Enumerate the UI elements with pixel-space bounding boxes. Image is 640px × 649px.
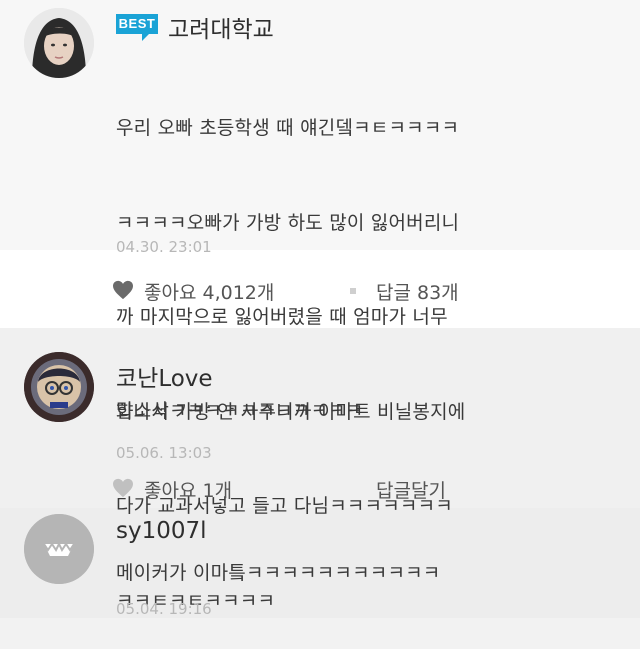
- conan-avatar: [24, 352, 94, 422]
- comment-timestamp: 04.30. 23:01: [116, 238, 212, 256]
- comment-text-line: 우리 오빠 초등학생 때 얘긴뎈ㅋㅌㅋㅋㅋㅋ: [116, 117, 460, 139]
- comment-author[interactable]: 코난Love: [116, 359, 213, 393]
- user-photo-icon: [24, 8, 94, 78]
- like-button[interactable]: 좋아요 4,012개: [144, 278, 274, 305]
- like-button[interactable]: 좋아요 1개: [144, 476, 232, 503]
- best-badge: BEST: [116, 14, 158, 41]
- comment-text: 맙소삭ㅋㅋㅋㅋㅋㅋㅋㅋㅋㅋㅋ: [116, 400, 364, 422]
- comment-text: 메이커가 이마틐ㅋㅋㅋㅋㅋㅋㅋㅋㅋㅋㅋ: [116, 562, 441, 584]
- heart-icon[interactable]: [112, 280, 134, 300]
- comment-timestamp: 05.06. 13:03: [116, 444, 212, 462]
- comment-author[interactable]: 고려대학교: [168, 10, 274, 44]
- avatar[interactable]: [24, 514, 94, 584]
- comment-author[interactable]: sy1007l: [116, 518, 207, 544]
- avatar[interactable]: [24, 8, 94, 78]
- reply-button[interactable]: 답글 83개: [376, 278, 459, 305]
- smile-teeth-avatar: [24, 514, 94, 584]
- avatar[interactable]: [24, 352, 94, 422]
- comment-text-line: ㅋㅋㅋㅋ오빠가 가방 하도 많이 잃어버리니: [116, 211, 460, 234]
- separator-dot: [350, 288, 356, 294]
- heart-icon[interactable]: [112, 478, 134, 498]
- reply-button[interactable]: 답글달기: [376, 476, 446, 503]
- comment-text-line: 까 마지막으로 잃어버렸을 때 엄마가 너무: [116, 306, 448, 328]
- comment-timestamp: 05.04. 19:16: [116, 600, 212, 618]
